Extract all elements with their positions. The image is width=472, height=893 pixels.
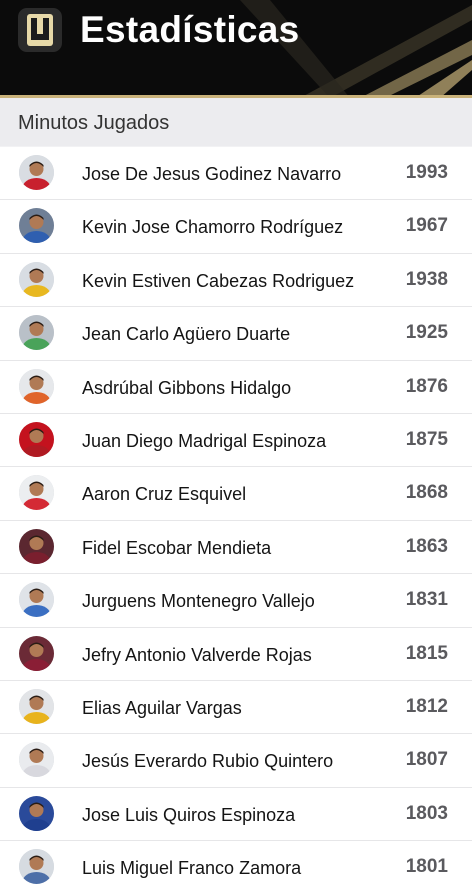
minutes-played-value: 1875 (405, 428, 448, 450)
player-name: Jose De Jesus Godinez Navarro (82, 164, 342, 184)
player-photo-icon (19, 688, 54, 724)
player-name: Kevin Jose Chamorro Rodríguez (82, 217, 344, 238)
player-name: Elias Aguilar Vargas (82, 697, 242, 718)
club-logo[interactable] (18, 8, 62, 52)
player-name: Jean Carlo Agüero Duarte (82, 324, 291, 345)
player-row[interactable]: Jose Luis Quiros Espinoza 1803 (0, 787, 472, 842)
player-avatar (19, 261, 54, 297)
player-avatar (19, 208, 54, 244)
player-photo-icon (19, 742, 54, 778)
player-row[interactable]: Jefry Antonio Valverde Rojas 1815 (0, 627, 472, 681)
player-row[interactable]: Elias Aguilar Vargas 1812 (0, 680, 472, 735)
player-avatar (19, 475, 54, 511)
player-name: Fidel Escobar Mendieta (82, 537, 272, 558)
player-row[interactable]: Luis Miguel Franco Zamora 1801 (0, 841, 472, 893)
minutes-played-value: 1803 (405, 802, 448, 824)
page-title: Estadísticas (80, 9, 300, 50)
player-name: Kevin Estiven Cabezas Rodriguez (82, 270, 355, 291)
player-avatar (19, 368, 54, 404)
player-row[interactable]: Juan Diego Madrigal Espinoza 1875 (0, 413, 472, 468)
player-photo-icon (19, 635, 54, 671)
player-photo-icon (19, 795, 54, 831)
player-photo-icon (19, 421, 54, 457)
minutes-played-value: 1807 (405, 749, 448, 771)
minutes-played-value: 1863 (405, 535, 448, 557)
player-photo-icon (19, 528, 54, 564)
player-row[interactable]: Jesús Everardo Rubio Quintero 1807 (0, 734, 472, 788)
player-avatar (19, 849, 54, 885)
minutes-played-value: 1868 (405, 482, 448, 504)
section-title: Minutos Jugados (18, 112, 170, 134)
player-photo-icon (19, 208, 54, 244)
player-avatar (19, 155, 54, 190)
player-photo-icon (19, 849, 54, 885)
player-name: Jesús Everardo Rubio Quintero (82, 751, 334, 772)
minutes-played-value: 1815 (405, 642, 448, 664)
minutes-played-value: 1812 (405, 695, 448, 717)
section-header: Minutos Jugados (0, 98, 472, 146)
player-photo-icon (19, 261, 54, 297)
club-shield-icon (27, 14, 53, 46)
minutes-played-value: 1993 (405, 162, 448, 183)
player-avatar (19, 688, 54, 724)
minutes-played-value: 1925 (405, 322, 448, 344)
player-photo-icon (19, 475, 54, 511)
minutes-played-value: 1801 (405, 856, 448, 878)
player-row[interactable]: Asdrúbal Gibbons Hidalgo 1876 (0, 360, 472, 414)
player-name: Jose Luis Quiros Espinoza (82, 804, 296, 825)
player-row[interactable]: Aaron Cruz Esquivel 1868 (0, 467, 472, 521)
player-name: Luis Miguel Franco Zamora (82, 858, 302, 879)
player-name: Asdrúbal Gibbons Hidalgo (82, 377, 292, 398)
player-photo-icon (19, 155, 54, 190)
player-name: Jurguens Montenegro Vallejo (82, 591, 315, 612)
player-name: Aaron Cruz Esquivel (82, 484, 247, 505)
player-avatar (19, 315, 54, 351)
player-avatar (19, 795, 54, 831)
player-photo-icon (19, 368, 54, 404)
player-row[interactable]: Jose De Jesus Godinez Navarro 1993 (0, 147, 472, 201)
player-avatar (19, 742, 54, 778)
player-row[interactable]: Jean Carlo Agüero Duarte 1925 (0, 307, 472, 361)
player-avatar (19, 635, 54, 671)
player-photo-icon (19, 582, 54, 618)
player-avatar (19, 421, 54, 457)
app-header: Estadísticas (0, 0, 472, 98)
player-list: Jose De Jesus Godinez Navarro 1993 Kevin J… (0, 147, 472, 893)
minutes-played-value: 1831 (405, 589, 448, 611)
player-row[interactable]: Kevin Estiven Cabezas Rodriguez 1938 (0, 253, 472, 308)
player-row[interactable]: Jurguens Montenegro Vallejo 1831 (0, 574, 472, 628)
player-row[interactable]: Kevin Jose Chamorro Rodríguez 1967 (0, 200, 472, 254)
player-avatar (19, 582, 54, 618)
player-name: Jefry Antonio Valverde Rojas (82, 644, 312, 665)
player-avatar (19, 528, 54, 564)
minutes-played-value: 1938 (405, 268, 448, 290)
player-row[interactable]: Fidel Escobar Mendieta 1863 (0, 520, 472, 575)
minutes-played-value: 1876 (405, 375, 448, 397)
player-name: Juan Diego Madrigal Espinoza (82, 430, 327, 451)
player-photo-icon (19, 315, 54, 351)
minutes-played-value: 1967 (405, 215, 448, 237)
